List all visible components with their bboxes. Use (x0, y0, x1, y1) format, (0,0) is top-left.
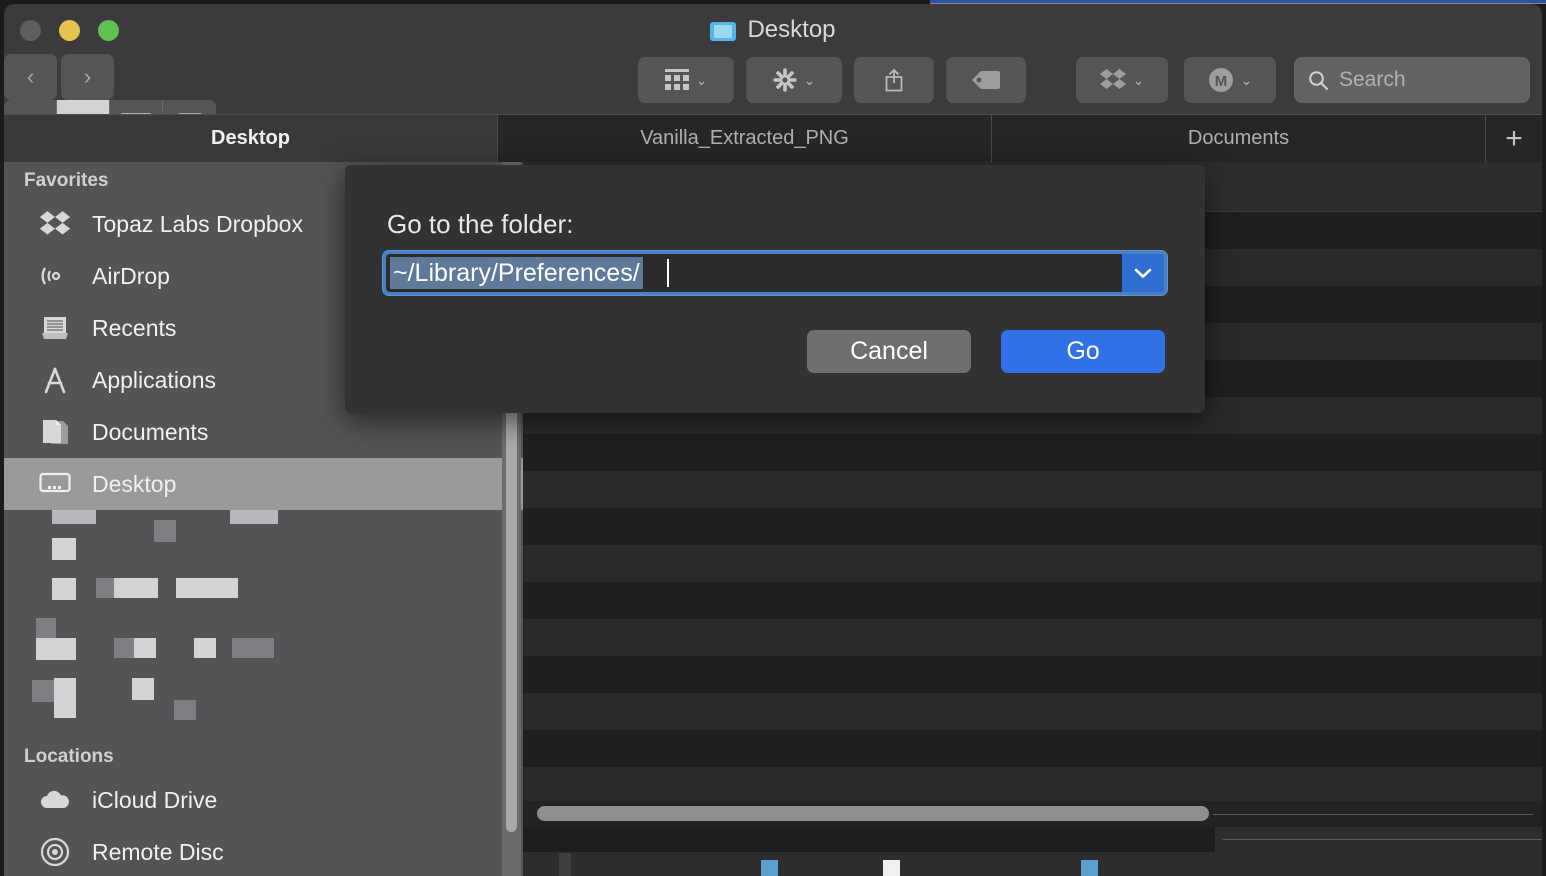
window-title: Desktop (4, 16, 1542, 44)
sidebar-item-documents[interactable]: Documents (4, 406, 523, 458)
chevron-down-icon: ⌄ (696, 72, 708, 89)
navigation-group: ‹ › (4, 54, 114, 100)
background-window-strip (523, 827, 1542, 876)
sidebar-item-label: Documents (92, 419, 208, 446)
sidebar-item-label: Applications (92, 367, 216, 394)
tab-documents[interactable]: Documents (992, 115, 1486, 162)
search-icon (1308, 70, 1329, 91)
share-icon (884, 68, 904, 92)
toolbar: ‹ › (4, 54, 1542, 110)
chevron-left-icon: ‹ (27, 64, 34, 90)
documents-icon (38, 415, 72, 449)
background-strip-marker (761, 860, 778, 876)
table-row[interactable] (523, 656, 1542, 693)
applications-icon (38, 363, 72, 397)
tab-label: Vanilla_Extracted_PNG (640, 127, 849, 150)
go-button[interactable]: Go (1001, 330, 1165, 373)
folder-path-combobox[interactable]: ~/Library/Preferences/ (383, 251, 1167, 295)
chevron-down-icon: ⌄ (804, 72, 816, 89)
sidebar-item-label: Topaz Labs Dropbox (92, 211, 303, 238)
action-menu-button[interactable]: ⌄ (746, 57, 842, 103)
group-by-button[interactable]: ⌄ (638, 57, 734, 103)
horizontal-scrollbar[interactable] (523, 801, 1542, 827)
tab-desktop[interactable]: Desktop (4, 115, 498, 162)
go-to-folder-dialog: Go to the folder: ~/Library/Preferences/… (345, 165, 1205, 413)
tab-label: Desktop (211, 127, 290, 150)
tag-icon (972, 70, 1000, 90)
table-row[interactable] (523, 471, 1542, 508)
background-strip-line (1223, 839, 1542, 840)
gear-icon (773, 68, 797, 92)
sidebar-item-label: Desktop (92, 471, 176, 498)
table-row[interactable] (523, 730, 1542, 767)
cancel-button[interactable]: Cancel (807, 330, 971, 373)
window-title-text: Desktop (747, 16, 835, 44)
tab-label: Documents (1188, 127, 1289, 150)
group-by-icon (665, 69, 689, 91)
svg-text:M: M (1214, 73, 1227, 90)
airdrop-icon (38, 259, 72, 293)
background-strip-marker (1081, 860, 1098, 876)
chevron-down-icon[interactable] (1122, 254, 1164, 292)
new-tab-button[interactable]: + (1486, 115, 1542, 162)
screen: Desktop ‹ › (0, 0, 1546, 876)
dialog-prompt-label: Go to the folder: (387, 209, 573, 240)
sidebar-scrollbar-thumb[interactable] (506, 408, 517, 832)
dropbox-button[interactable]: ⌄ (1076, 57, 1168, 103)
sidebar-item-label: Recents (92, 315, 176, 342)
table-row[interactable] (523, 508, 1542, 545)
table-row[interactable] (523, 545, 1542, 582)
sidebar-item-remote-disc[interactable]: Remote Disc (4, 826, 523, 876)
background-window-edge-accent (930, 0, 1546, 2)
sidebar-item-label: Remote Disc (92, 839, 224, 866)
search-placeholder: Search (1339, 68, 1406, 92)
chevron-down-icon: ⌄ (1241, 72, 1253, 89)
redacted-sidebar-region (4, 510, 523, 738)
text-caret (667, 259, 669, 287)
search-input[interactable]: Search (1294, 57, 1530, 103)
disc-icon (38, 835, 72, 869)
background-strip-tick (559, 853, 571, 876)
circled-m-icon: M (1208, 67, 1234, 93)
folder-path-value: ~/Library/Preferences/ (390, 257, 643, 289)
table-row[interactable] (523, 434, 1542, 471)
recents-icon (38, 311, 72, 345)
forward-button[interactable]: › (61, 54, 114, 100)
horizontal-scrollbar-thumb[interactable] (537, 806, 1209, 821)
tag-button[interactable] (946, 57, 1026, 103)
share-button[interactable] (854, 57, 934, 103)
desktop-icon (38, 467, 72, 501)
folder-path-input[interactable]: ~/Library/Preferences/ (386, 254, 1164, 292)
dialog-button-row: Cancel Go (807, 330, 1165, 373)
chevron-down-icon: ⌄ (1133, 72, 1145, 89)
dropbox-icon (38, 207, 72, 241)
table-row[interactable] (523, 767, 1542, 804)
back-button[interactable]: ‹ (4, 54, 57, 100)
sidebar-section-locations-title: Locations (4, 738, 523, 774)
sidebar-item-label: AirDrop (92, 263, 170, 290)
table-row[interactable] (523, 582, 1542, 619)
dropbox-icon (1100, 68, 1126, 92)
cancel-button-label: Cancel (850, 337, 928, 366)
sidebar-item-desktop[interactable]: Desktop (4, 458, 523, 510)
sidebar-item-label: iCloud Drive (92, 787, 217, 814)
folder-icon (710, 20, 736, 41)
background-strip-dark (523, 827, 1215, 852)
go-button-label: Go (1066, 337, 1099, 366)
cloud-icon (38, 783, 72, 817)
chevron-right-icon: › (84, 64, 91, 90)
table-row[interactable] (523, 693, 1542, 730)
horizontal-scrollbar-track (1213, 814, 1533, 815)
background-strip-marker (883, 860, 900, 876)
finder-window: Desktop ‹ › (4, 4, 1542, 876)
table-row[interactable] (523, 619, 1542, 656)
title-bar: Desktop ‹ › (4, 4, 1542, 114)
plus-icon: + (1505, 122, 1523, 156)
tab-vanilla-extracted-png[interactable]: Vanilla_Extracted_PNG (498, 115, 992, 162)
sidebar-item-icloud-drive[interactable]: iCloud Drive (4, 774, 523, 826)
tab-bar: Desktop Vanilla_Extracted_PNG Documents … (4, 114, 1542, 162)
mendeley-button[interactable]: M ⌄ (1184, 57, 1276, 103)
